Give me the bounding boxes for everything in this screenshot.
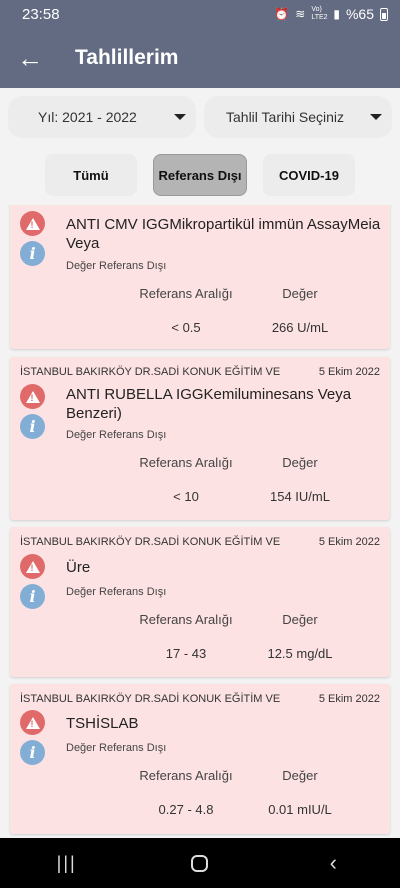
result-card[interactable]: İSTANBUL BAKIRKÖY DR.SADİ KONUK EĞİTİM V… [10, 357, 390, 520]
test-name: TSHİSLAB [66, 715, 139, 732]
recents-icon[interactable]: ||| [37, 843, 97, 883]
result-value: 154 IU/mL [270, 489, 330, 504]
ref-range-header: Referans Aralığı [139, 286, 233, 301]
result-card[interactable]: ! i ANTI CMV IGGMikropartikül immün Assa… [10, 205, 390, 349]
filter-tabs: Tümü Referans Dışı COVID-19 [45, 154, 355, 196]
warning-icon: ! [20, 710, 45, 735]
result-date: 5 Ekim 2022 [318, 536, 380, 548]
status-time: 23:58 [22, 5, 60, 23]
wifi-icon: ≋ [295, 7, 306, 21]
status-bar: 23:58 ⏰ ≋ Vo) LTE2 ▮ %65 [0, 0, 400, 28]
result-status: Değer Referans Dışı [66, 260, 167, 272]
network-label: Vo) LTE2 [311, 6, 328, 21]
battery-percent: %65 [345, 6, 374, 22]
home-icon[interactable] [170, 843, 230, 883]
signal-icon: ▮ [333, 7, 340, 21]
ref-range-header: Referans Aralığı [139, 768, 233, 783]
warning-icon: ! [20, 554, 45, 579]
info-icon[interactable]: i [20, 241, 45, 266]
ref-range-value: < 0.5 [171, 320, 201, 335]
warning-icon: ! [20, 211, 45, 236]
year-dropdown-label: Yıl: 2021 - 2022 [38, 109, 137, 125]
result-date: 5 Ekim 2022 [318, 693, 380, 705]
result-status: Değer Referans Dışı [66, 586, 167, 598]
info-icon[interactable]: i [20, 740, 45, 765]
alarm-icon: ⏰ [274, 7, 290, 21]
result-value: 12.5 mg/dL [267, 646, 333, 661]
ref-range-value: 0.27 - 4.8 [158, 802, 214, 817]
back-arrow-icon[interactable]: ← [0, 28, 60, 88]
back-icon[interactable]: ‹ [303, 843, 363, 883]
battery-icon [380, 7, 388, 21]
system-nav-bar: ||| ‹ [0, 838, 400, 888]
ref-range-value: < 10 [173, 489, 199, 504]
info-icon[interactable]: i [20, 414, 45, 439]
caret-down-icon [370, 114, 382, 120]
value-header: Değer [282, 286, 318, 301]
value-header: Değer [282, 612, 318, 627]
tab-covid[interactable]: COVID-19 [263, 154, 355, 196]
tab-out-of-range[interactable]: Referans Dışı [153, 154, 247, 196]
result-status: Değer Referans Dışı [66, 742, 167, 754]
ref-range-header: Referans Aralığı [139, 455, 233, 470]
date-dropdown-label: Tahlil Tarihi Seçiniz [226, 109, 345, 125]
hospital-name: İSTANBUL BAKIRKÖY DR.SADİ KONUK EĞİTİM V… [20, 693, 281, 705]
result-value: 266 U/mL [271, 320, 329, 335]
page-title: Tahlillerim [75, 46, 179, 69]
tab-all[interactable]: Tümü [45, 154, 137, 196]
test-name: ANTI CMV IGGMikropartikül immün AssayMei… [66, 216, 381, 252]
result-date: 5 Ekim 2022 [318, 366, 380, 378]
ref-range-value: 17 - 43 [165, 646, 207, 661]
test-name: Üre [66, 559, 91, 576]
year-dropdown[interactable]: Yıl: 2021 - 2022 [8, 96, 196, 138]
test-name: ANTI RUBELLA IGGKemiluminesans Veya Benz… [66, 386, 352, 422]
value-header: Değer [282, 768, 318, 783]
hospital-name: İSTANBUL BAKIRKÖY DR.SADİ KONUK EĞİTİM V… [20, 366, 281, 378]
value-header: Değer [282, 455, 318, 470]
results-list[interactable]: ! i ANTI CMV IGGMikropartikül immün Assa… [0, 205, 400, 838]
hospital-name: İSTANBUL BAKIRKÖY DR.SADİ KONUK EĞİTİM V… [20, 536, 281, 548]
result-status: Değer Referans Dışı [66, 429, 167, 441]
status-icons: ⏰ ≋ Vo) LTE2 ▮ %65 [274, 6, 388, 22]
result-value: 0.01 mIU/L [268, 802, 332, 817]
filter-row: Yıl: 2021 - 2022 Tahlil Tarihi Seçiniz [8, 96, 392, 138]
date-dropdown[interactable]: Tahlil Tarihi Seçiniz [204, 96, 392, 138]
ref-range-header: Referans Aralığı [139, 612, 233, 627]
result-card[interactable]: İSTANBUL BAKIRKÖY DR.SADİ KONUK EĞİTİM V… [10, 684, 390, 834]
warning-icon: ! [20, 384, 45, 409]
caret-down-icon [174, 114, 186, 120]
app-bar: ← Tahlillerim [0, 28, 400, 88]
result-card[interactable]: İSTANBUL BAKIRKÖY DR.SADİ KONUK EĞİTİM V… [10, 527, 390, 677]
info-icon[interactable]: i [20, 584, 45, 609]
